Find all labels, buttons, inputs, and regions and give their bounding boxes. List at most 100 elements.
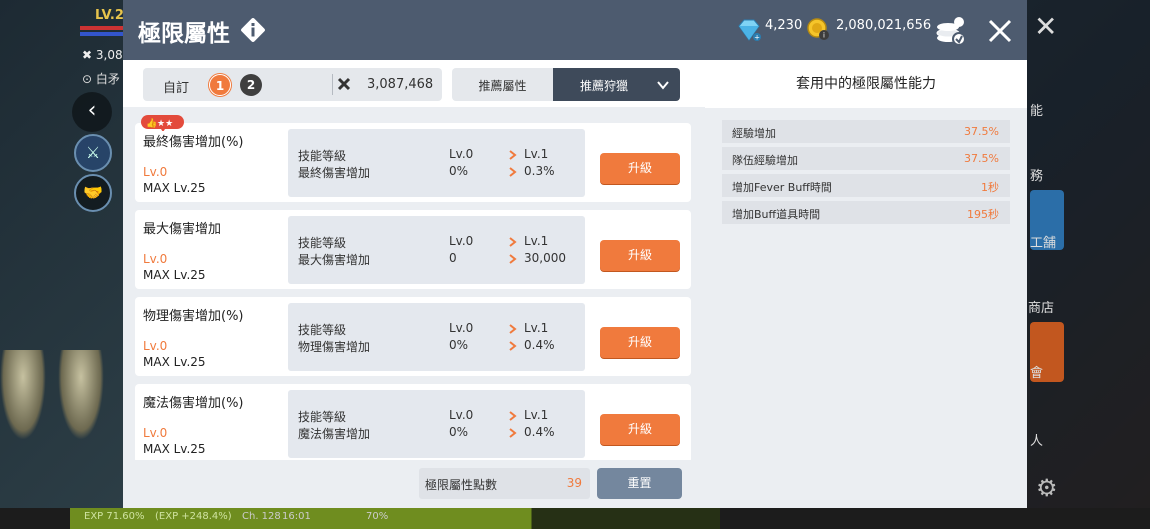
ability-label: 增加Fever Buff時間 <box>732 181 832 194</box>
stat-level: Lv.0 <box>143 252 168 266</box>
stat-max-level: MAX Lv.25 <box>143 355 206 369</box>
current-value: Lv.0 <box>449 234 474 248</box>
bg-location: ⊙ 白矛 <box>82 72 120 86</box>
current-value: 0% <box>449 425 469 439</box>
modal-header: 極限屬性 + 4,230 i 2,080,021,656 <box>123 0 1027 60</box>
recommend-dropdown[interactable]: 推薦狩獵 <box>553 68 680 101</box>
current-value: 0% <box>449 338 469 352</box>
upgrade-button[interactable]: 升級 <box>600 327 680 358</box>
channel: Ch. 128 <box>242 511 281 522</box>
coin-stack-icon[interactable] <box>934 14 968 48</box>
ability-label: 經驗增加 <box>732 127 776 140</box>
side-menu-label: 會 <box>1030 366 1044 381</box>
next-value: Lv.1 <box>524 147 549 161</box>
upgrade-button[interactable]: 升級 <box>600 414 680 445</box>
stat-name: 物理傷害增加(%) <box>143 309 244 324</box>
stat-footer: 極限屬性點數 39 重置 <box>123 460 705 508</box>
ability-value: 37.5% <box>964 125 999 138</box>
stat-max-level: MAX Lv.25 <box>143 268 206 282</box>
character-sprite <box>0 350 46 440</box>
side-menu-label: 能 <box>1030 104 1044 119</box>
current-value: 0% <box>449 164 469 178</box>
effect-label: 最大傷害增加 <box>298 253 371 267</box>
applied-abilities-panel: 套用中的極限屬性能力 經驗增加 37.5% 隊伍經驗增加 37.5% 增加Fev… <box>705 60 1027 508</box>
recommend-label: 推薦屬性 <box>478 79 527 93</box>
preset-bar: 自訂 1 2 3,087,468 <box>143 68 442 101</box>
recommend-label-box: 推薦屬性 <box>452 68 553 101</box>
ability-label: 隊伍經驗增加 <box>732 154 798 167</box>
info-icon[interactable] <box>240 17 266 43</box>
arrow-right-icon <box>509 428 517 438</box>
stat-name: 魔法傷害增加(%) <box>143 396 244 411</box>
back-arrow-icon[interactable]: ‹ <box>72 92 112 132</box>
bg-power: ✖ 3,08 <box>82 48 123 62</box>
svg-text:+: + <box>754 34 760 42</box>
close-icon[interactable] <box>987 18 1013 44</box>
upgrade-button[interactable]: 升級 <box>600 240 680 271</box>
recommended-badge-icon: 👍 ★★ <box>141 115 184 131</box>
stat-list[interactable]: 👍 ★★ 最終傷害增加(%) Lv.0 MAX Lv.25 技能等級 Lv.0 … <box>123 107 705 460</box>
stat-card: 物理傷害增加(%) Lv.0 MAX Lv.25 技能等級 Lv.0 Lv.1 … <box>135 297 691 376</box>
combat-power-icon <box>337 77 351 91</box>
stat-card: 最大傷害增加 Lv.0 MAX Lv.25 技能等級 Lv.0 Lv.1 最大傷… <box>135 210 691 289</box>
exp-percent: EXP 71.60% <box>84 511 145 522</box>
stat-detail: 技能等級 Lv.0 Lv.1 最大傷害增加 0 30,000 <box>288 216 585 284</box>
effect-label: 魔法傷害增加 <box>298 427 371 441</box>
skill-slot-icon[interactable]: ⚔ <box>74 134 112 172</box>
preset-2-button[interactable]: 2 <box>240 74 262 96</box>
effect-label: 最終傷害增加 <box>298 166 371 180</box>
stat-max-level: MAX Lv.25 <box>143 442 206 456</box>
next-value: 30,000 <box>524 251 566 265</box>
svg-text:★★: ★★ <box>157 119 173 129</box>
stat-detail: 技能等級 Lv.0 Lv.1 最終傷害增加 0% 0.3% <box>288 129 585 197</box>
next-value: Lv.1 <box>524 321 549 335</box>
ability-value: 1秒 <box>981 181 999 194</box>
stat-level: Lv.0 <box>143 165 168 179</box>
gem-icon: + <box>738 19 761 42</box>
recommend-dropdown-value: 推薦狩獵 <box>580 79 629 93</box>
divider <box>332 74 333 95</box>
upgrade-button[interactable]: 升級 <box>600 153 680 184</box>
gem-count: 4,230 <box>765 18 803 33</box>
reset-button[interactable]: 重置 <box>597 468 682 499</box>
stat-max-level: MAX Lv.25 <box>143 181 206 195</box>
next-value: Lv.1 <box>524 234 549 248</box>
effect-label: 物理傷害增加 <box>298 340 371 354</box>
ability-row: 經驗增加 37.5% <box>722 120 1010 143</box>
settings-gear-icon[interactable]: ⚙ <box>1036 474 1058 502</box>
points-value: 39 <box>566 476 582 490</box>
bg-close-icon[interactable]: ✕ <box>1034 10 1057 43</box>
next-value: 0.3% <box>524 164 555 178</box>
arrow-right-icon <box>509 237 517 247</box>
side-menu-label: 商店 <box>1028 301 1055 316</box>
meso-count: 2,080,021,656 <box>836 18 932 33</box>
side-menu <box>1027 0 1150 529</box>
stat-detail: 技能等級 Lv.0 Lv.1 魔法傷害增加 0% 0.4% <box>288 390 585 458</box>
side-menu-label: 工舗 <box>1030 236 1057 251</box>
preset-1-button[interactable]: 1 <box>209 74 231 96</box>
current-value: Lv.0 <box>449 321 474 335</box>
stat-card: 魔法傷害增加(%) Lv.0 MAX Lv.25 技能等級 Lv.0 Lv.1 … <box>135 384 691 460</box>
side-menu-label: 人 <box>1030 434 1044 449</box>
ability-value: 195秒 <box>967 208 999 221</box>
battery: 70% <box>366 511 389 522</box>
exp-bonus: (EXP +248.4%) <box>155 511 232 522</box>
meso-coin-icon: i <box>807 18 829 40</box>
ability-row: 增加Buff道具時間 195秒 <box>722 201 1010 224</box>
handshake-icon[interactable]: 🤝 <box>74 174 112 212</box>
skill-level-label: 技能等級 <box>298 410 347 424</box>
current-value: Lv.0 <box>449 408 474 422</box>
stat-name: 最大傷害增加 <box>143 222 222 237</box>
current-value: Lv.0 <box>449 147 474 161</box>
stat-list-panel: 自訂 1 2 3,087,468 推薦屬性 推薦狩獵 👍 ★★ 最終傷害增加(%… <box>123 60 705 508</box>
next-value: 0.4% <box>524 425 555 439</box>
arrow-right-icon <box>509 167 517 177</box>
svg-text:i: i <box>823 32 825 40</box>
points-label: 極限屬性點數 <box>425 478 498 492</box>
stat-level: Lv.0 <box>143 426 168 440</box>
next-value: Lv.1 <box>524 408 549 422</box>
points-box: 極限屬性點數 39 <box>419 468 590 499</box>
ability-row: 增加Fever Buff時間 1秒 <box>722 174 1010 197</box>
chevron-down-icon <box>657 81 669 90</box>
stat-level: Lv.0 <box>143 339 168 353</box>
